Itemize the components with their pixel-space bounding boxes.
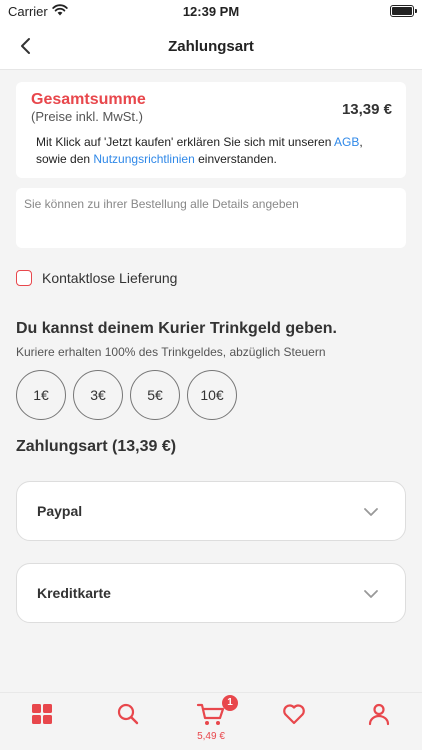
order-notes-input[interactable] (16, 188, 406, 248)
status-bar: Carrier 12:39 PM (0, 0, 422, 24)
contactless-label: Kontaktlose Lieferung (42, 270, 178, 286)
payment-method-credit-card[interactable]: Kreditkarte (16, 563, 406, 623)
tip-heading: Du kannst deinem Kurier Trinkgeld geben. (16, 320, 337, 337)
categories-grid-icon[interactable] (29, 701, 55, 727)
cart-total-label: 5,49 € (197, 731, 225, 742)
usage-terms-link[interactable]: Nutzungsrichtlinien (93, 152, 194, 166)
search-icon[interactable] (115, 701, 141, 727)
chevron-down-icon (364, 508, 378, 516)
contactless-checkbox[interactable] (16, 270, 32, 286)
payment-heading: Zahlungsart (13,39 €) (16, 438, 177, 455)
payment-method-paypal[interactable]: Paypal (16, 481, 406, 541)
status-time: 12:39 PM (182, 4, 240, 19)
payment-method-label: Kreditkarte (37, 585, 111, 601)
payment-method-label: Paypal (37, 503, 83, 519)
tip-option-1[interactable]: 1€ (16, 370, 66, 420)
tip-option-3[interactable]: 3€ (73, 370, 123, 420)
legal-text-suffix: einverstanden. (194, 152, 277, 166)
heart-icon[interactable] (281, 701, 307, 727)
contactless-delivery-option[interactable]: Kontaktlose Lieferung (16, 270, 177, 286)
tip-subtitle: Kuriere erhalten 100% des Trinkgeldes, a… (16, 345, 326, 359)
tip-options: 1€ 3€ 5€ 10€ (16, 370, 244, 420)
tab-bar: 1 5,49 € (0, 692, 422, 750)
tip-option-5[interactable]: 5€ (130, 370, 180, 420)
battery-icon (390, 5, 417, 17)
tip-option-10[interactable]: 10€ (187, 370, 237, 420)
user-icon[interactable] (366, 701, 392, 727)
legal-notice: Mit Klick auf 'Jetzt kaufen' erklären Si… (36, 134, 392, 168)
navigation-bar: Zahlungsart (0, 24, 422, 70)
total-tax-note: (Preise inkl. MwSt.) (31, 109, 143, 124)
agb-link[interactable]: AGB (334, 135, 359, 149)
cart-count-badge: 1 (222, 695, 238, 711)
order-notes-box (16, 188, 406, 248)
legal-text-prefix: Mit Klick auf 'Jetzt kaufen' erklären Si… (36, 135, 335, 149)
order-total-card: Gesamtsumme (Preise inkl. MwSt.) 13,39 €… (16, 82, 406, 178)
total-label: Gesamtsumme (31, 91, 146, 108)
chevron-down-icon (364, 590, 378, 598)
page-title: Zahlungsart (168, 38, 254, 55)
total-amount: 13,39 € (341, 101, 392, 118)
